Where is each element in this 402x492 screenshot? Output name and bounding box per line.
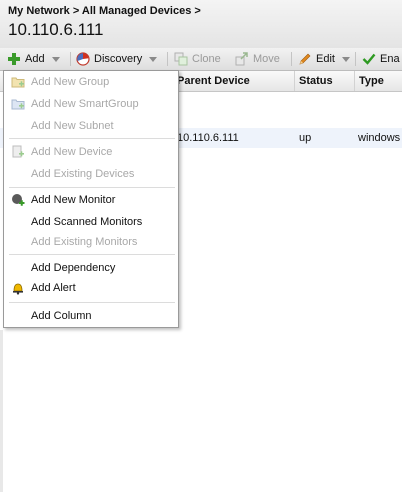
toolbar-divider — [291, 52, 292, 66]
menu-item-add-new-smartgroup[interactable]: Add New SmartGroup — [4, 95, 178, 113]
bell-icon — [11, 281, 25, 295]
menu-item-label: Add New Monitor — [31, 194, 116, 206]
breadcrumb-separator: > — [72, 5, 80, 17]
checkmark-icon — [362, 52, 376, 66]
menu-item-add-new-subnet[interactable]: Add New Subnet — [4, 117, 178, 135]
add-button[interactable]: Add — [7, 51, 60, 67]
menu-item-add-scanned-monitors[interactable]: Add Scanned Monitors — [4, 213, 178, 231]
menu-item-label: Add New Subnet — [31, 120, 114, 132]
breadcrumb-my-network[interactable]: My Network — [8, 5, 70, 17]
menu-item-add-new-monitor[interactable]: Add New Monitor — [4, 191, 178, 209]
chevron-down-icon[interactable] — [149, 56, 158, 62]
cell-status: up — [299, 132, 312, 144]
chevron-down-icon[interactable] — [51, 56, 60, 62]
menu-item-label: Add Existing Devices — [31, 168, 135, 180]
app-window: My Network > All Managed Devices > 10.11… — [0, 0, 402, 492]
breadcrumb-all-managed-devices[interactable]: All Managed Devices — [82, 5, 191, 17]
toolbar: Add Discovery Clone Move Edit Ena — [0, 48, 402, 71]
column-header-type[interactable]: Type — [354, 71, 402, 91]
menu-item-add-dependency[interactable]: Add Dependency — [4, 259, 178, 277]
menu-divider — [9, 187, 175, 188]
left-panel-edge — [0, 330, 3, 492]
column-header-status[interactable]: Status — [294, 71, 354, 91]
add-dropdown-menu: Add New Group Add New SmartGroup Add New… — [3, 70, 179, 328]
menu-item-add-column[interactable]: Add Column — [4, 307, 178, 325]
menu-item-label: Add Existing Monitors — [31, 236, 138, 248]
move-button[interactable]: Move — [235, 51, 280, 67]
add-icon — [7, 52, 21, 66]
cell-parent-device: 10.110.6.111 — [177, 132, 239, 144]
pencil-icon — [298, 52, 312, 66]
breadcrumb: My Network > All Managed Devices > — [8, 5, 201, 17]
menu-item-label: Add Dependency — [31, 262, 116, 274]
menu-item-add-new-group[interactable]: Add New Group — [4, 73, 178, 91]
menu-divider — [9, 138, 175, 139]
device-add-icon — [11, 145, 25, 159]
page-header: My Network > All Managed Devices > 10.11… — [0, 0, 402, 49]
toolbar-divider — [355, 52, 356, 66]
menu-item-add-new-device[interactable]: Add New Device — [4, 143, 178, 161]
menu-divider — [9, 302, 175, 303]
discovery-button-label: Discovery — [94, 53, 143, 65]
menu-item-label: Add Alert — [31, 282, 76, 294]
enable-button[interactable]: Ena — [362, 51, 400, 67]
menu-item-label: Add New Group — [31, 76, 110, 88]
smart-folder-icon — [11, 97, 25, 111]
discovery-button[interactable]: Discovery — [76, 51, 158, 67]
chevron-down-icon[interactable] — [341, 56, 350, 62]
clone-button[interactable]: Clone — [174, 51, 221, 67]
edit-button-label: Edit — [316, 53, 335, 65]
menu-divider — [9, 254, 175, 255]
folder-add-icon — [11, 75, 25, 89]
add-button-label: Add — [25, 53, 45, 65]
menu-item-label: Add Scanned Monitors — [31, 216, 143, 228]
edit-button[interactable]: Edit — [298, 51, 350, 67]
toolbar-divider — [167, 52, 168, 66]
menu-item-add-alert[interactable]: Add Alert — [4, 279, 178, 297]
menu-item-add-existing-devices[interactable]: Add Existing Devices — [4, 165, 178, 183]
menu-item-add-existing-monitors[interactable]: Add Existing Monitors — [4, 233, 178, 251]
page-title: 10.110.6.111 — [8, 20, 104, 39]
move-button-label: Move — [253, 53, 280, 65]
menu-item-label: Add New SmartGroup — [31, 98, 139, 110]
enable-button-label: Ena — [380, 53, 400, 65]
breadcrumb-separator: > — [194, 5, 201, 17]
menu-item-label: Add New Device — [31, 146, 113, 158]
monitor-add-icon — [11, 193, 25, 207]
column-header-parent-device[interactable]: Parent Device — [172, 71, 294, 91]
clone-icon — [174, 52, 188, 66]
clone-button-label: Clone — [192, 53, 221, 65]
menu-item-label: Add Column — [31, 310, 92, 322]
move-icon — [235, 52, 249, 66]
toolbar-divider — [70, 52, 71, 66]
discovery-icon — [76, 52, 90, 66]
cell-type: windows — [358, 132, 401, 144]
